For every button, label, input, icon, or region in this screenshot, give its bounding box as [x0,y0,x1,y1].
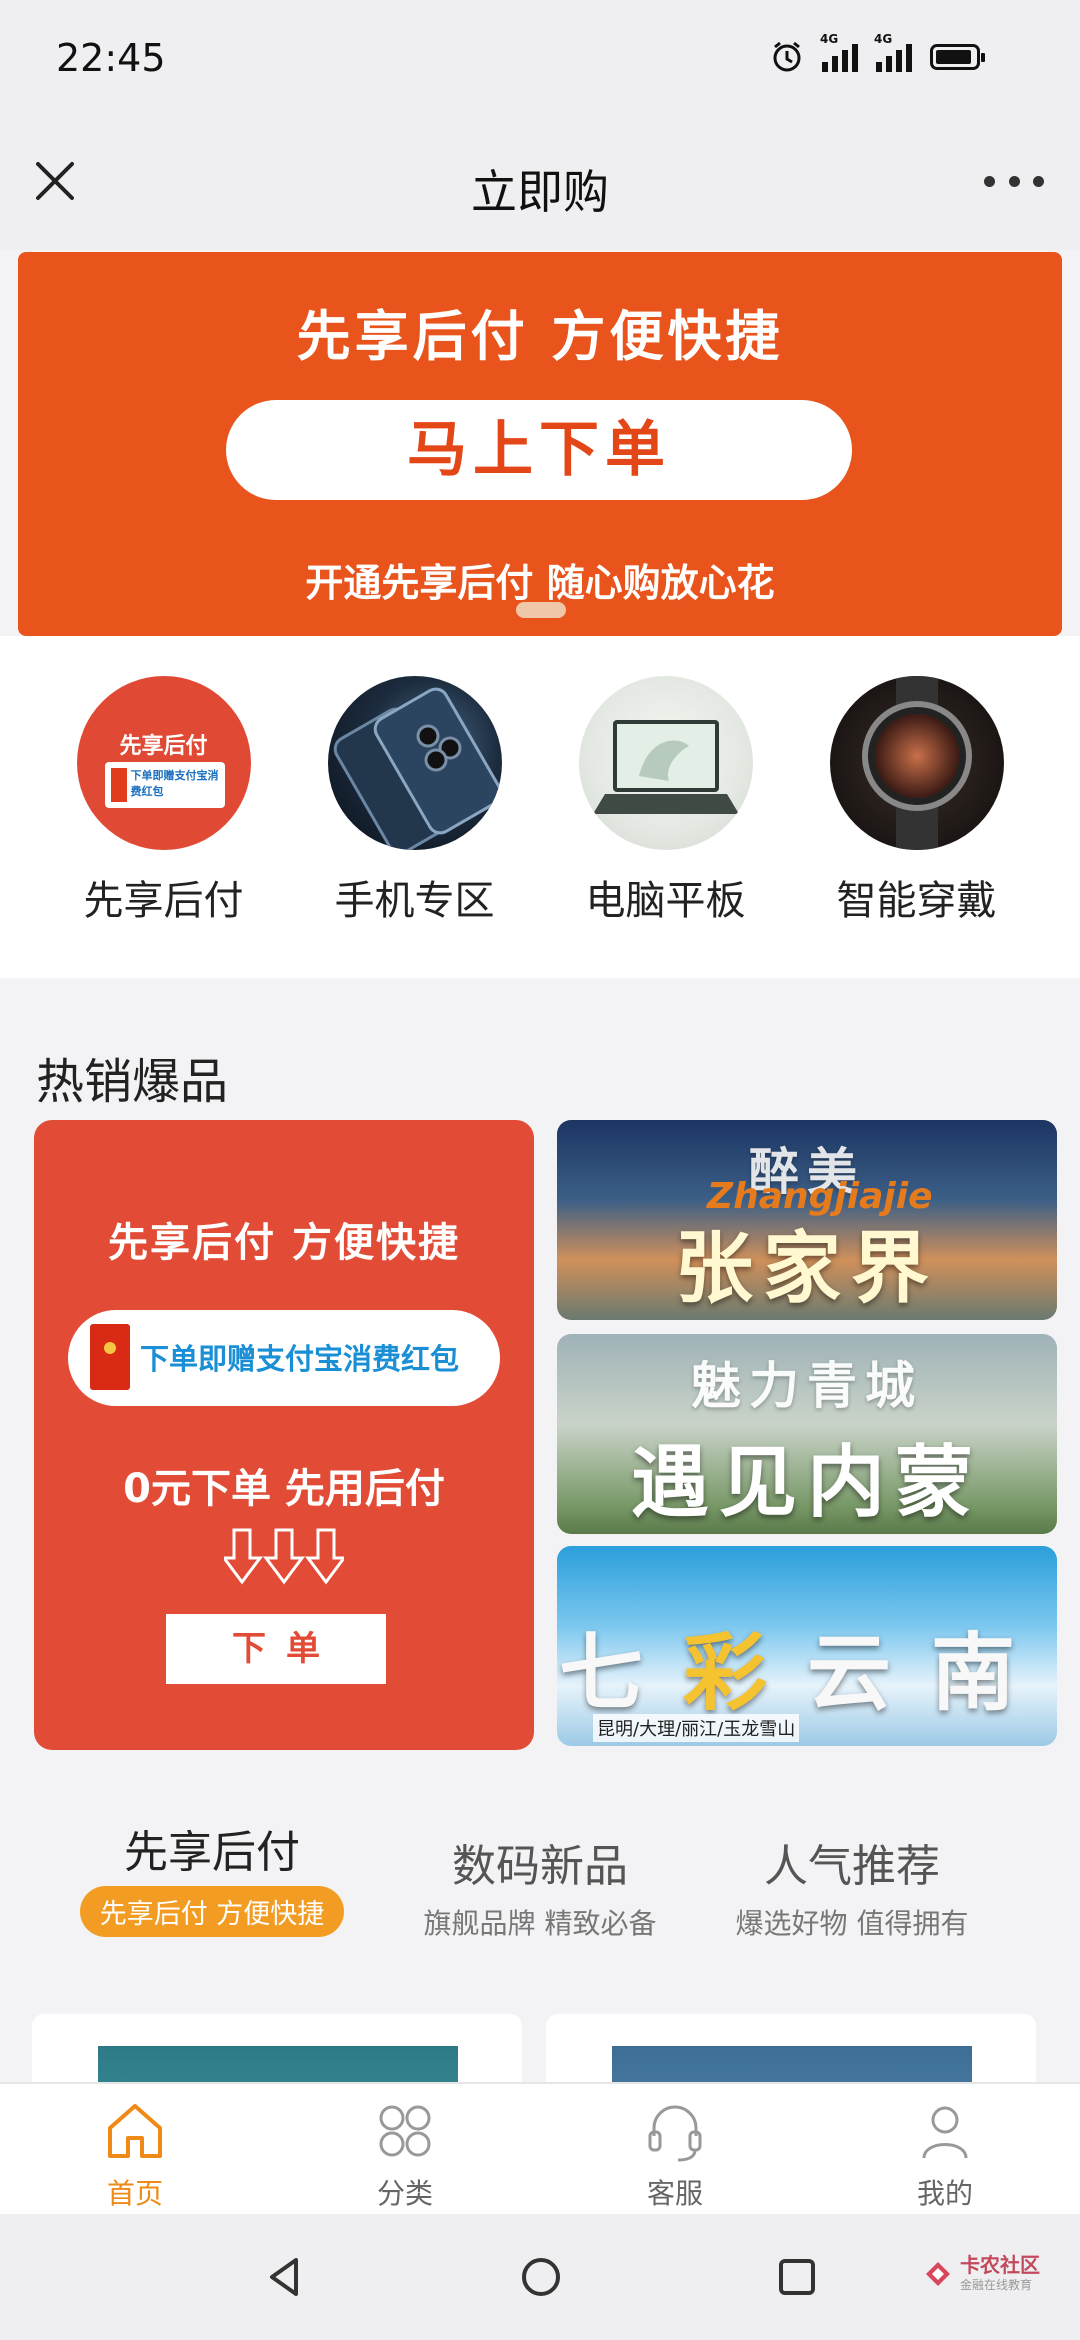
red-packet-card-text: 下单即赠支付宝消费红包 [130,769,219,798]
tab-subtitle: 旗舰品牌 精致必备 [423,1907,657,1940]
order-now-button[interactable]: 马上下单 [226,400,852,500]
travel-top-text: 魅力青城 [691,1356,923,1415]
travel-main-text: 张家界 [674,1223,939,1314]
pay-later-icon: 先享后付 下单即赠支付宝消费红包 [76,676,251,850]
promo-card[interactable]: 先享后付 方便快捷 下单即赠支付宝消费红包 0元下单 先用后付 下单 [34,1120,534,1750]
recents-icon[interactable] [774,2254,820,2300]
back-icon[interactable] [262,2254,308,2300]
travel-caption: 昆明/大理/丽江/玉龙雪山 [593,1714,800,1742]
nav-profile[interactable]: 我的 [810,2084,1080,2214]
status-bar: 22:45 4G 4G [0,0,1080,120]
watermark-logo-icon [926,2261,950,2286]
tab-popular[interactable]: 人气推荐 爆选好物 值得拥有 [702,1830,1002,1942]
nav-category[interactable]: 分类 [270,2084,540,2214]
tab-subtitle: 爆选好物 值得拥有 [735,1907,969,1940]
promo-line: 0元下单 先用后付 [123,1466,445,1512]
laptop-image [578,676,753,850]
nav-label: 分类 [376,2177,433,2210]
page-title: 立即购 [471,165,609,219]
battery-icon [930,44,985,70]
tab-subtitle: 先享后付 方便快捷 [79,1886,345,1937]
travel-main-text: 遇见内蒙 [630,1437,983,1528]
nav-label: 首页 [106,2177,163,2210]
promo-banner[interactable]: 先享后付 方便快捷 马上下单 开通先享后付 随心购放心花 [18,252,1062,636]
category-row: 先享后付 下单即赠支付宝消费红包 先享后付 手机专区 电脑平板 智能穿戴 [0,636,1080,978]
tab-title: 人气推荐 [764,1841,940,1892]
system-nav-bar: 卡农社区 金融在线教育 [0,2214,1080,2340]
category-label: 电脑平板 [585,878,746,924]
home-icon [108,2104,162,2158]
watermark-subtitle: 金融在线教育 [960,2278,1033,2292]
product-tabs: 先享后付 先享后付 方便快捷 数码新品 旗舰品牌 精致必备 人气推荐 爆选好物 … [0,1816,1080,1966]
tab-title: 数码新品 [452,1841,628,1892]
home-button-icon[interactable] [518,2254,564,2300]
nav-label: 客服 [646,2177,703,2210]
nav-home[interactable]: 首页 [0,2084,270,2214]
category-computers[interactable]: 电脑平板 [566,676,766,978]
category-pay-later[interactable]: 先享后付 下单即赠支付宝消费红包 先享后付 [64,676,264,978]
travel-main-mid: 彩 [682,1623,807,1722]
watermark: 卡农社区 金融在线教育 [922,2254,1040,2293]
travel-card-yunnan[interactable]: 七彩云南 昆明/大理/丽江/玉龙雪山 [557,1546,1057,1746]
status-time: 22:45 [56,36,166,80]
category-label: 手机专区 [334,878,495,924]
nav-service[interactable]: 客服 [540,2084,810,2214]
tab-digital[interactable]: 数码新品 旗舰品牌 精致必备 [390,1830,690,1942]
phone-image [327,676,502,850]
bottom-nav: 首页 分类 客服 我的 [0,2082,1080,2214]
nav-bar: 立即购 [0,120,1080,250]
signal-icon: 4G [820,32,858,72]
user-icon [922,2106,968,2159]
promo-title: 先享后付 方便快捷 [108,1220,460,1266]
network-type-2: 4G [874,32,893,46]
place-order-button[interactable]: 下单 [166,1614,386,1684]
section-title-hot: 热销爆品 [36,1054,229,1110]
banner-title: 先享后付 方便快捷 [296,305,784,368]
pay-later-icon-title: 先享后付 [119,734,208,759]
headset-icon [648,2105,702,2162]
banner-subtitle: 开通先享后付 随心购放心花 [305,561,775,605]
network-type-1: 4G [820,32,839,46]
red-packet-text: 下单即赠支付宝消费红包 [140,1342,460,1376]
watermark-title: 卡农社区 [960,2253,1040,2277]
status-icons: 4G 4G [770,32,985,74]
nav-label: 我的 [916,2177,973,2210]
red-packet-pill: 下单即赠支付宝消费红包 [68,1310,500,1406]
category-label: 智能穿戴 [836,878,997,924]
category-label: 先享后付 [83,878,244,924]
travel-main-right: 云南 [807,1623,1056,1722]
travel-card-zhangjiajie[interactable]: 醉美 Zhangjiajie 张家界 [557,1120,1057,1320]
category-wearables[interactable]: 智能穿戴 [817,676,1017,978]
travel-main-text: 七彩云南 [557,1606,1057,1727]
category-phones[interactable]: 手机专区 [315,676,515,978]
tab-pay-later[interactable]: 先享后付 先享后付 方便快捷 [62,1816,362,1937]
travel-card-neimeng[interactable]: 魅力青城 遇见内蒙 [557,1334,1057,1534]
tab-title: 先享后付 [124,1827,300,1878]
alarm-icon [773,41,801,72]
red-packet-icon [90,1324,130,1390]
travel-main-left: 七 [558,1623,683,1722]
watch-image [829,676,1004,850]
red-packet-card: 下单即赠支付宝消费红包 [104,762,225,808]
down-arrows-icon [224,1528,344,1585]
carousel-indicator [516,602,566,618]
grid-icon [379,2105,431,2157]
more-icon[interactable] [984,156,1044,206]
signal-icon: 4G [874,32,912,72]
